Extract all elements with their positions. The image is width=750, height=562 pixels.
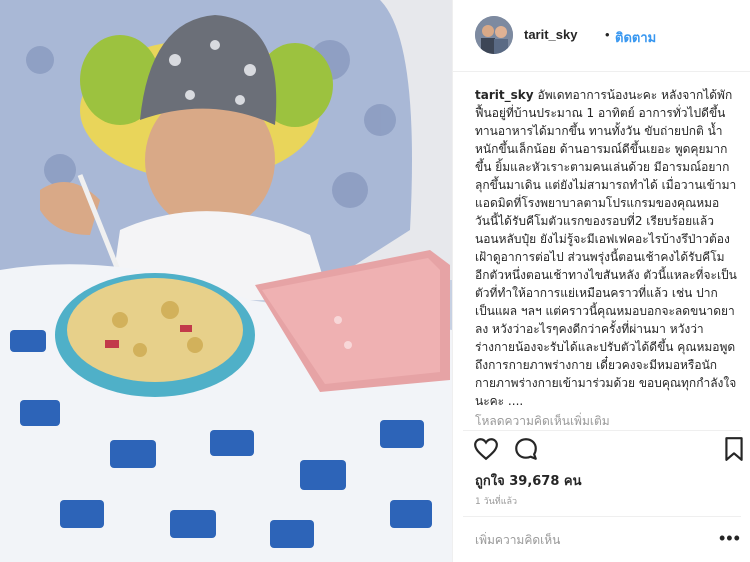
like-button[interactable] <box>473 436 499 462</box>
username-link[interactable]: tarit_sky <box>524 27 577 42</box>
likes-count[interactable]: ถูกใจ 39,678 คน <box>475 470 582 491</box>
post-details-panel: tarit_sky • ติดตาม tarit_sky อัพเดทอาการน… <box>452 0 750 562</box>
actions-divider <box>463 430 741 431</box>
comment-bar-divider <box>463 516 741 517</box>
more-options-icon[interactable]: ••• <box>719 528 741 549</box>
caption-text: อัพเดทอาการน้องนะคะ หลังจากได้พักฟื้นอยู… <box>475 88 737 408</box>
save-button[interactable] <box>721 436 747 462</box>
comment-icon <box>515 438 537 460</box>
post-photo[interactable] <box>0 0 452 562</box>
post-header: tarit_sky • ติดตาม <box>453 0 750 72</box>
caption-username[interactable]: tarit_sky <box>475 88 534 102</box>
comment-button[interactable] <box>513 436 539 462</box>
photo-illustration <box>0 0 452 562</box>
post-caption: tarit_sky อัพเดทอาการน้องนะคะ หลังจากได้พ… <box>475 86 737 410</box>
comment-input[interactable] <box>475 532 685 548</box>
instagram-post: tarit_sky • ติดตาม tarit_sky อัพเดทอาการน… <box>0 0 750 562</box>
heart-icon <box>474 438 498 461</box>
post-timestamp[interactable]: 1 วันที่แล้ว <box>475 494 517 508</box>
follow-button[interactable]: ติดตาม <box>615 27 656 48</box>
load-more-comments-link[interactable]: โหลดความคิดเห็นเพิ่มเติม <box>475 412 610 431</box>
avatar[interactable] <box>475 16 513 54</box>
bookmark-icon <box>725 437 743 461</box>
separator-dot: • <box>605 27 610 42</box>
avatar-image <box>475 16 513 54</box>
